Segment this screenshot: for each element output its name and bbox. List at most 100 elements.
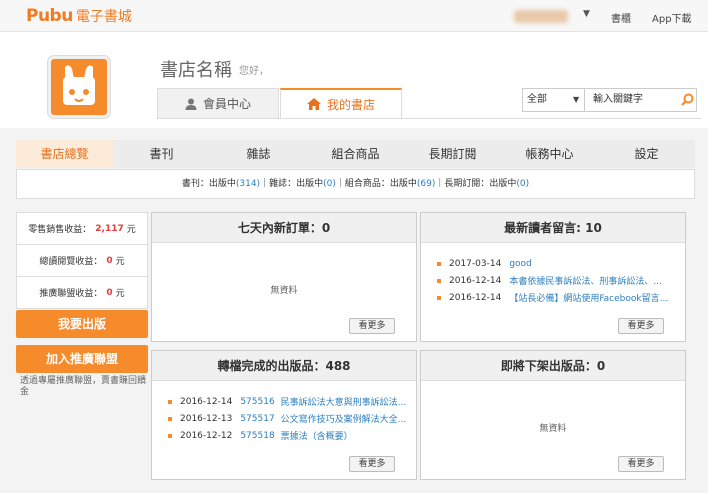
nav-bundles[interactable]: 組合商品 bbox=[307, 140, 404, 168]
item-link[interactable]: 公文寫作技巧及案例解法大全... bbox=[281, 412, 407, 425]
list-item: 2016-12-14 【站長必備】網站使用Facebook留言... bbox=[437, 289, 668, 306]
nav-accounts[interactable]: 帳務中心 bbox=[501, 140, 598, 168]
chevron-down-icon[interactable]: ▼ bbox=[573, 89, 579, 111]
person-icon bbox=[185, 98, 197, 110]
stat-value: 0 bbox=[106, 255, 113, 266]
bullet-icon bbox=[168, 399, 172, 404]
nav-subscriptions[interactable]: 長期訂閱 bbox=[404, 140, 501, 168]
promo-revenue-stat: 推廣聯盟收益： 0 元 bbox=[16, 276, 148, 309]
empty-message: 無資料 bbox=[270, 286, 298, 296]
list-item: 2016-12-12 575518 票據法（含概要） bbox=[168, 427, 406, 444]
subscriptions-published-label: 長期訂閱：出版中 bbox=[444, 179, 517, 189]
panel-title: 即將下架出版品：0 bbox=[421, 351, 685, 381]
search-box: 全部 ▼ 輸入關鍵字 bbox=[522, 88, 697, 112]
item-link[interactable]: 票據法（含概要） bbox=[281, 429, 353, 442]
bullet-icon bbox=[437, 295, 441, 300]
item-date: 2016-12-14 bbox=[449, 292, 502, 303]
item-link[interactable]: good bbox=[509, 259, 531, 269]
removing-soon-panel: 即將下架出版品：0 無資料 看更多 bbox=[420, 350, 686, 480]
nav-overview[interactable]: 書店總覽 bbox=[16, 140, 113, 168]
bullet-icon bbox=[437, 261, 441, 266]
app-download-link[interactable]: App下載 bbox=[652, 10, 692, 25]
tab-my-store[interactable]: 我的書店 bbox=[280, 88, 402, 118]
search-input[interactable]: 輸入關鍵字 bbox=[593, 89, 643, 111]
item-code[interactable]: 575517 bbox=[240, 414, 274, 424]
bundles-published-label: 組合商品：出版中 bbox=[344, 179, 417, 189]
stat-label: 推廣聯盟收益： bbox=[39, 289, 103, 299]
logo-subtitle: 電子書城 bbox=[75, 9, 132, 25]
books-published-label: 書刊：出版中 bbox=[181, 179, 236, 189]
item-date: 2016-12-13 bbox=[180, 413, 233, 424]
stat-unit: 元 bbox=[115, 289, 125, 299]
separator: ｜ bbox=[335, 179, 345, 189]
nav-settings[interactable]: 設定 bbox=[598, 140, 695, 168]
user-name-blurred[interactable] bbox=[514, 10, 568, 23]
see-more-button[interactable]: 看更多 bbox=[618, 456, 664, 472]
see-more-button[interactable]: 看更多 bbox=[349, 318, 395, 334]
item-code[interactable]: 575518 bbox=[240, 431, 274, 441]
list-item: 2017-03-14 good bbox=[437, 255, 668, 272]
list-item: 2016-12-13 575517 公文寫作技巧及案例解法大全... bbox=[168, 410, 406, 427]
nav-magazines[interactable]: 雜誌 bbox=[210, 140, 307, 168]
item-date: 2016-12-14 bbox=[449, 275, 502, 286]
new-orders-panel: 七天內新訂單：0 無資料 看更多 bbox=[151, 212, 417, 342]
store-header: 書店名稱 您好， 會員中心 我的書店 全部 ▼ 輸入關鍵字 bbox=[0, 32, 708, 128]
home-icon bbox=[306, 98, 321, 110]
promo-note: 透過專屬推廣聯盟，賣書賺回饋金 bbox=[20, 376, 147, 397]
store-greeting: 您好， bbox=[239, 66, 269, 77]
item-date: 2017-03-14 bbox=[449, 258, 502, 269]
pubu-mascot-icon bbox=[63, 65, 95, 105]
bookshelf-link[interactable]: 書櫃 bbox=[611, 10, 631, 25]
converted-publications-panel: 轉檔完成的出版品：488 2016-12-14 575516 民事訴訟法大意與刑事訴… bbox=[151, 350, 417, 480]
bundles-published-count[interactable]: (69) bbox=[417, 179, 435, 189]
subscriptions-published-count[interactable]: (0) bbox=[516, 179, 529, 189]
tab-member-center[interactable]: 會員中心 bbox=[157, 88, 279, 118]
site-logo[interactable]: Pubu 電子書城 bbox=[26, 6, 132, 26]
bullet-icon bbox=[437, 278, 441, 283]
stat-value: 0 bbox=[106, 287, 113, 298]
list-item: 2016-12-14 575516 民事訴訟法大意與刑事訴訟法... bbox=[168, 393, 406, 410]
reader-messages-panel: 最新讀者留言: 10 2017-03-14 good 2016-12-14 本書依據… bbox=[420, 212, 686, 342]
see-more-button[interactable]: 看更多 bbox=[349, 456, 395, 472]
item-code[interactable]: 575516 bbox=[240, 397, 274, 407]
tab-my-store-label: 我的書店 bbox=[326, 97, 375, 112]
publication-list: 2016-12-14 575516 民事訴訟法大意與刑事訴訟法... 2016-12… bbox=[168, 393, 406, 444]
panel-title: 最新讀者留言: 10 bbox=[421, 213, 685, 243]
reading-revenue-stat: 總讀閱覽收益： 0 元 bbox=[16, 244, 148, 277]
nav-books[interactable]: 書刊 bbox=[113, 140, 210, 168]
tab-member-label: 會員中心 bbox=[202, 97, 251, 111]
item-link[interactable]: 民事訴訟法大意與刑事訴訟法... bbox=[281, 395, 407, 408]
stat-unit: 元 bbox=[115, 257, 125, 267]
user-menu-caret-icon[interactable]: ▼ bbox=[583, 9, 590, 19]
publish-button[interactable]: 我要出版 bbox=[16, 310, 148, 338]
stat-unit: 元 bbox=[126, 225, 136, 235]
bullet-icon bbox=[168, 416, 172, 421]
item-link[interactable]: 本書依據民事訴訟法、刑事訴訟法、... bbox=[509, 274, 662, 287]
retail-revenue-stat: 零售銷售收益： 2,117 元 bbox=[16, 212, 148, 245]
store-name: 書店名稱 bbox=[160, 60, 232, 81]
published-summary: 書刊：出版中(314)｜雜誌：出版中(0)｜組合商品：出版中(69)｜長期訂閱：… bbox=[16, 169, 695, 199]
empty-message: 無資料 bbox=[539, 424, 567, 434]
panel-title: 七天內新訂單：0 bbox=[152, 213, 416, 243]
main-nav: 書店總覽 書刊 雜誌 組合商品 長期訂閱 帳務中心 設定 bbox=[16, 140, 695, 168]
books-published-count[interactable]: (314) bbox=[236, 179, 260, 189]
separator: ｜ bbox=[260, 179, 270, 189]
top-bar: Pubu 電子書城 ▼ 書櫃 App下載 bbox=[0, 0, 708, 32]
item-date: 2016-12-12 bbox=[180, 430, 233, 441]
item-date: 2016-12-14 bbox=[180, 396, 233, 407]
store-avatar bbox=[48, 56, 110, 118]
search-icon[interactable] bbox=[681, 93, 694, 106]
panel-title: 轉檔完成的出版品：488 bbox=[152, 351, 416, 381]
message-list: 2017-03-14 good 2016-12-14 本書依據民事訴訟法、刑事訴訟法… bbox=[437, 255, 668, 306]
magazines-published-count[interactable]: (0) bbox=[323, 179, 336, 189]
see-more-button[interactable]: 看更多 bbox=[618, 318, 664, 334]
join-promo-button[interactable]: 加入推廣聯盟 bbox=[16, 345, 148, 373]
list-item: 2016-12-14 本書依據民事訴訟法、刑事訴訟法、... bbox=[437, 272, 668, 289]
stat-value: 2,117 bbox=[95, 223, 124, 234]
stat-label: 總讀閱覽收益： bbox=[39, 257, 103, 267]
bullet-icon bbox=[168, 433, 172, 438]
magazines-published-label: 雜誌：出版中 bbox=[269, 179, 324, 189]
logo-text: Pubu bbox=[26, 6, 73, 26]
item-link[interactable]: 【站長必備】網站使用Facebook留言... bbox=[509, 291, 668, 304]
stat-label: 零售銷售收益： bbox=[28, 225, 92, 235]
